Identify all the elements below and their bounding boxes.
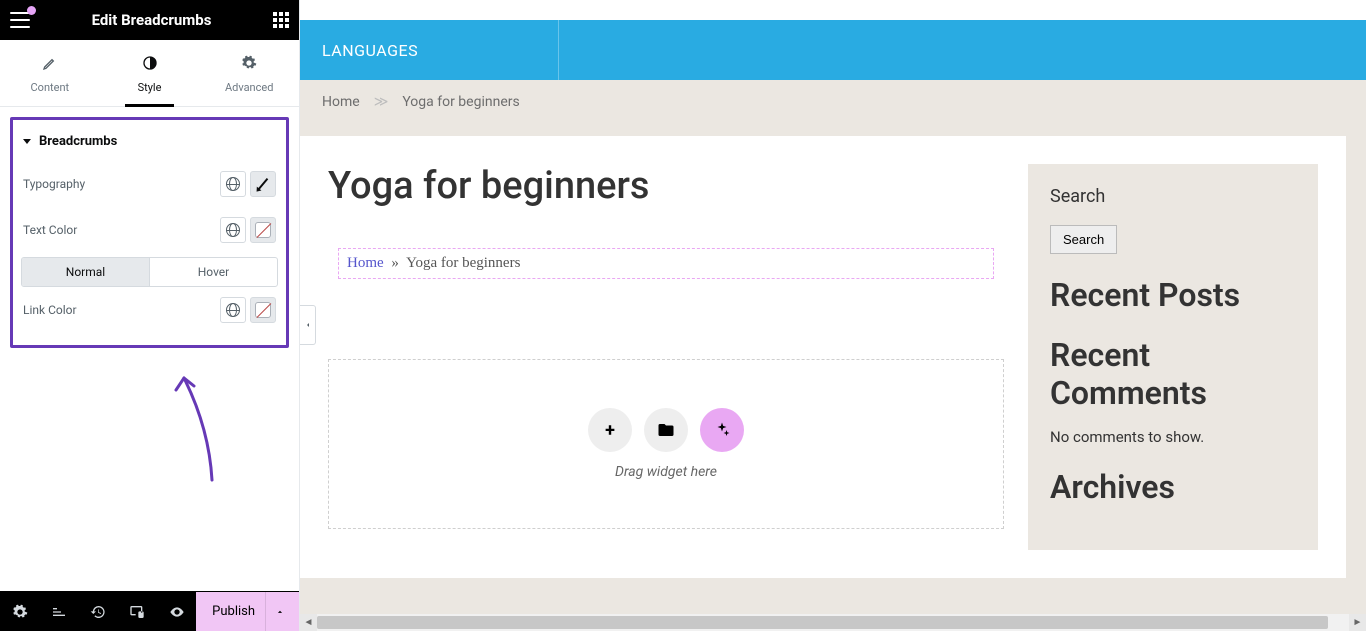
no-color-icon — [255, 302, 271, 318]
edit-typography-button[interactable] — [250, 171, 276, 197]
divider — [558, 20, 559, 80]
global-color-button[interactable] — [220, 217, 246, 243]
sidebar-recent-comments: Recent Comments — [1050, 336, 1296, 412]
link-color-control: Link Color — [21, 287, 278, 333]
dropzone-hint: Drag widget here — [615, 464, 717, 480]
control-label: Text Color — [23, 223, 77, 237]
gear-icon — [199, 55, 299, 75]
panel-title: Edit Breadcrumbs — [30, 11, 273, 29]
color-picker-button[interactable] — [250, 217, 276, 243]
preview-area: LANGUAGES Home ≫ Yoga for beginners Yoga… — [300, 0, 1366, 631]
typography-control: Typography — [21, 161, 278, 207]
publish-button[interactable]: Publish — [196, 592, 299, 631]
no-color-icon — [255, 222, 271, 238]
tab-advanced[interactable]: Advanced — [199, 40, 299, 106]
tab-label: Content — [31, 81, 70, 94]
control-label: Link Color — [23, 303, 77, 317]
sidebar-archives: Archives — [1050, 468, 1296, 506]
theme-breadcrumb: Home ≫ Yoga for beginners — [300, 80, 1366, 124]
sidebar-search-title: Search — [1050, 186, 1296, 207]
global-typography-button[interactable] — [220, 171, 246, 197]
collapse-panel-button[interactable] — [300, 305, 316, 345]
scroll-left[interactable]: ◄ — [300, 614, 317, 631]
theme-sidebar: Search Search Recent Posts Recent Commen… — [1028, 164, 1318, 550]
settings-button[interactable] — [0, 592, 39, 631]
sidebar-no-comments: No comments to show. — [1050, 428, 1296, 446]
chevron-right-icon: ≫ — [374, 94, 389, 110]
ai-button[interactable] — [700, 408, 744, 452]
add-widget-button[interactable]: + — [588, 408, 632, 452]
globe-icon — [226, 303, 240, 317]
tab-label: Advanced — [225, 81, 273, 94]
scroll-thumb[interactable] — [317, 616, 1328, 629]
sidebar-recent-posts: Recent Posts — [1050, 276, 1296, 314]
half-circle-icon — [100, 55, 200, 75]
notification-dot — [27, 6, 36, 15]
text-color-control: Text Color — [21, 207, 278, 253]
state-normal[interactable]: Normal — [22, 258, 149, 286]
globe-icon — [226, 177, 240, 191]
tab-content[interactable]: Content — [0, 40, 100, 106]
panel-footer: Publish — [0, 591, 299, 631]
pencil-icon — [0, 55, 100, 75]
breadcrumbs-style-section: Breadcrumbs Typography Text Color Normal… — [10, 117, 289, 348]
widget-current: Yoga for beginners — [406, 255, 520, 271]
publish-options[interactable] — [265, 592, 293, 631]
preview-horizontal-scrollbar[interactable]: ◄ ► — [300, 614, 1366, 631]
widget-separator: » — [391, 255, 399, 271]
section-toggle[interactable]: Breadcrumbs — [21, 126, 278, 161]
sidebar-search-button[interactable]: Search — [1050, 225, 1117, 254]
pencil-icon — [258, 178, 269, 190]
state-hover[interactable]: Hover — [149, 258, 277, 286]
widgets-grid-button[interactable] — [273, 12, 289, 28]
preview-scroll[interactable]: LANGUAGES Home ≫ Yoga for beginners Yoga… — [300, 0, 1366, 631]
breadcrumbs-widget[interactable]: Home » Yoga for beginners — [338, 248, 994, 279]
page-title: Yoga for beginners — [328, 164, 1004, 208]
publish-label: Publish — [212, 604, 255, 619]
responsive-button[interactable] — [118, 592, 157, 631]
section-title: Breadcrumbs — [39, 134, 117, 149]
preview-button[interactable] — [157, 592, 196, 631]
caret-down-icon — [23, 139, 31, 144]
globe-icon — [226, 223, 240, 237]
language-bar[interactable]: LANGUAGES — [300, 20, 1366, 80]
add-template-button[interactable] — [644, 408, 688, 452]
state-tabs: Normal Hover — [21, 257, 278, 287]
scroll-right[interactable]: ► — [1349, 614, 1366, 631]
color-picker-button[interactable] — [250, 297, 276, 323]
control-label: Typography — [23, 177, 85, 191]
navigator-button[interactable] — [39, 592, 78, 631]
editor-tabs: Content Style Advanced — [0, 40, 299, 107]
tab-label: Style — [138, 81, 162, 94]
tab-style[interactable]: Style — [100, 40, 200, 106]
language-label: LANGUAGES — [322, 41, 418, 60]
global-color-button[interactable] — [220, 297, 246, 323]
widget-home-link[interactable]: Home — [347, 255, 384, 271]
breadcrumb-current: Yoga for beginners — [402, 94, 519, 110]
menu-button[interactable] — [10, 12, 30, 28]
history-button[interactable] — [78, 592, 117, 631]
breadcrumb-home-link[interactable]: Home — [322, 94, 360, 110]
empty-widget-dropzone[interactable]: + Drag widget here — [328, 359, 1004, 529]
